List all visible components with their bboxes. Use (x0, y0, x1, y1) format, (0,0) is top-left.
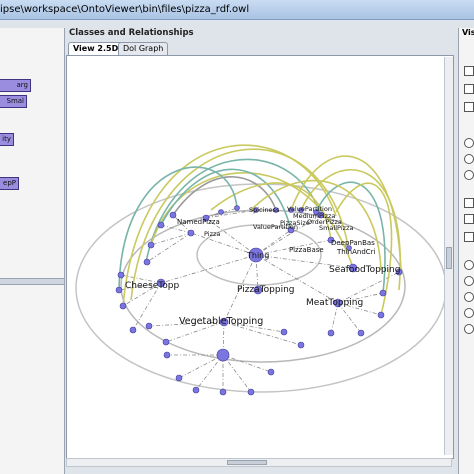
class-node[interactable]: arg (0, 79, 31, 92)
node (119, 302, 127, 310)
radio-button[interactable] (464, 292, 474, 302)
node (218, 209, 224, 215)
label-pizza-base: PizzaBase (289, 246, 324, 254)
ontology-graph[interactable]: NamedPizza Spiciness ValuePartition Medi… (67, 56, 447, 456)
label-seafood-topping: SeafoodTopping (329, 265, 400, 275)
panel-splitter[interactable] (0, 278, 64, 285)
node (357, 329, 365, 337)
node (297, 341, 305, 349)
node (115, 286, 123, 294)
radio-button[interactable] (464, 324, 474, 334)
node (147, 241, 155, 249)
node (169, 211, 177, 219)
horizontal-scrollbar[interactable] (66, 458, 452, 467)
node-vegetable-subclass (216, 348, 230, 362)
node (234, 205, 240, 211)
radio-button[interactable] (464, 260, 474, 270)
class-node[interactable]: ity (0, 133, 14, 146)
node (162, 338, 170, 346)
label-vegetable-topping: VegetableTopping (179, 316, 263, 327)
node (143, 258, 151, 266)
window-title-bar: ipse\workspace\OntoViewer\bin\files\pizz… (0, 0, 474, 20)
checkbox[interactable] (464, 84, 474, 94)
label-value-partition-mid: ValuePartition (253, 223, 298, 231)
node (129, 326, 137, 334)
checkbox[interactable] (464, 66, 474, 76)
node (379, 289, 387, 297)
radio-button[interactable] (464, 170, 474, 180)
node (327, 329, 335, 337)
node (157, 221, 165, 229)
label-named-pizza: NamedPizza (177, 218, 220, 226)
node (267, 368, 275, 376)
node (247, 388, 255, 396)
label-thin-and-crispy: ThinAndCri (336, 248, 376, 256)
checkbox[interactable] (464, 198, 474, 208)
label-thing: Thing (246, 251, 269, 260)
node (187, 229, 195, 237)
class-node[interactable]: epP (0, 177, 19, 190)
right-panel: Vis (458, 28, 474, 474)
horizontal-scroll-thumb[interactable] (227, 460, 267, 465)
label-pizza-topping: PizzaTopping (237, 285, 295, 295)
label-small-pizza: SmallPizza (319, 224, 353, 232)
checkbox[interactable] (464, 102, 474, 112)
radio-button[interactable] (464, 308, 474, 318)
label-meat-topping: MeatTopping (306, 298, 363, 308)
label-pizza: Pizza (204, 230, 220, 238)
node (377, 311, 385, 319)
checkbox[interactable] (464, 214, 474, 224)
radio-button[interactable] (464, 154, 474, 164)
node (163, 351, 171, 359)
label-spiciness: Spiciness (249, 206, 280, 214)
tab-view-2-5d[interactable]: View 2.5D (68, 42, 124, 55)
node (145, 322, 153, 330)
class-node[interactable]: Smal (0, 95, 27, 108)
node (280, 328, 288, 336)
checkbox[interactable] (464, 232, 474, 242)
node (192, 386, 200, 394)
node (219, 388, 227, 396)
radio-button[interactable] (464, 276, 474, 286)
tab-dol-graph[interactable]: Dol Graph (118, 42, 169, 55)
vertical-scroll-thumb[interactable] (446, 247, 452, 269)
right-panel-label: Vis (462, 28, 474, 37)
label-deep-pan-base: DeepPanBas (331, 239, 375, 247)
node (175, 374, 183, 382)
left-panel: arg Smal ity epP (0, 28, 65, 474)
section-label: Classes and Relationships (69, 28, 194, 38)
label-cheese-topping: CheeseTopp (125, 281, 179, 291)
node (117, 271, 125, 279)
radio-button[interactable] (464, 138, 474, 148)
window-title: ipse\workspace\OntoViewer\bin\files\pizz… (0, 4, 250, 15)
vertical-scrollbar[interactable] (444, 57, 453, 455)
graph-view[interactable]: NamedPizza Spiciness ValuePartition Medi… (66, 55, 454, 459)
